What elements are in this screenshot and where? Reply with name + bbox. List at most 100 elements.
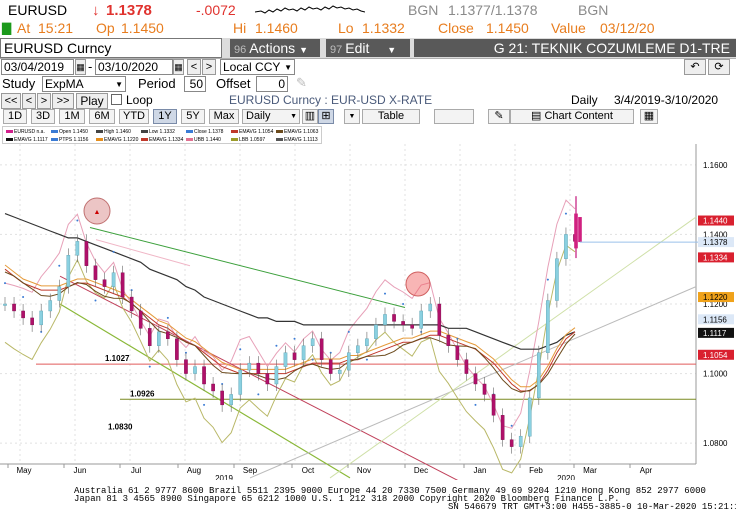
tab-5y[interactable]: 5Y	[181, 109, 205, 124]
candle-body	[102, 279, 107, 287]
tab-1d[interactable]: 1D	[3, 109, 27, 124]
candle-body	[93, 265, 98, 280]
price-tag-label: 1.1117	[703, 329, 727, 338]
annotation-icon[interactable]: ✎	[488, 109, 510, 124]
dropdown-arrow-icon[interactable]: ▼	[344, 109, 360, 124]
blank-tab[interactable]	[434, 109, 474, 124]
tab-max[interactable]: Max	[209, 109, 239, 124]
candle-body	[464, 359, 469, 374]
tab-6m[interactable]: 6M	[89, 109, 115, 124]
calendar-icon[interactable]: ▦	[75, 59, 86, 75]
prev-period-button[interactable]: <	[187, 59, 201, 75]
candle-body	[337, 369, 342, 374]
security-field[interactable]: EURUSD Curncy	[0, 38, 222, 58]
candle-body	[292, 352, 297, 360]
price-tag-label: 1.1054	[703, 351, 728, 360]
undo-icon[interactable]: ↶	[684, 59, 706, 75]
y-tick-label: 1.1600	[703, 161, 728, 170]
candle-body	[574, 213, 578, 249]
study-value: ExpMA	[45, 77, 84, 91]
first-button[interactable]: <<	[1, 93, 21, 109]
date-range-label: 3/4/2019-3/10/2020	[614, 93, 719, 107]
candle-body	[500, 415, 505, 440]
legend-text: LBB 1.0597	[239, 137, 266, 143]
offset-field[interactable]: 0	[256, 76, 288, 92]
edit-menu[interactable]: 97 Edit ▼	[326, 39, 410, 57]
x-tick-label: Apr	[640, 466, 653, 475]
legend-item: High 1.1460	[96, 129, 131, 135]
tab-ytd[interactable]: YTD	[119, 109, 149, 124]
x-tick-label: Sep	[243, 466, 258, 475]
range-separator: -	[88, 59, 93, 74]
chart-content-icon: ▤	[531, 110, 542, 122]
step-forward-button[interactable]: >	[37, 93, 51, 109]
psar-dot	[166, 316, 169, 319]
actions-menu[interactable]: 96 Actions ▼	[230, 39, 320, 57]
candle-body	[564, 234, 568, 259]
candle-body	[175, 338, 179, 360]
legend-swatch	[141, 138, 148, 142]
legend-text: Open 1.1450	[59, 129, 88, 135]
refresh-icon[interactable]: ⟳	[708, 59, 730, 75]
candle-body	[518, 435, 523, 447]
legend-item: Low 1.1332	[141, 129, 175, 135]
legend-item: EMAVG 1.1113	[276, 137, 318, 143]
psar-dot	[239, 348, 242, 351]
price-tag-label: 1.1440	[703, 217, 728, 226]
start-date-field[interactable]: 03/04/2019	[1, 59, 74, 75]
currency-value: Local CCY	[223, 60, 281, 74]
legend-swatch	[6, 130, 13, 134]
bid-source: BGN	[408, 2, 439, 18]
study-label: Study	[2, 76, 36, 91]
period-field[interactable]: 50	[184, 76, 206, 92]
end-date-field[interactable]: 03/10/2020	[95, 59, 173, 75]
legend-item: UBB 1.1440	[186, 137, 221, 143]
frequency-select[interactable]: Daily ▼	[242, 109, 300, 124]
tab-3d[interactable]: 3D	[31, 109, 55, 124]
pencil-icon[interactable]: ✎	[296, 75, 307, 91]
candle-body	[509, 439, 514, 447]
psar-dot	[564, 212, 567, 215]
ticker-symbol[interactable]: EURUSD	[8, 2, 67, 18]
next-period-button[interactable]: >	[202, 59, 216, 75]
legend-item: PTPS 1.1156	[51, 137, 88, 143]
tab-1m[interactable]: 1M	[59, 109, 85, 124]
level-annotation: 1.1027	[105, 354, 130, 363]
chart-content-button[interactable]: ▤ Chart Content	[510, 109, 634, 124]
candle-body	[129, 296, 134, 312]
candle-body	[57, 286, 62, 301]
grid-icon[interactable]: ⊞	[318, 109, 334, 124]
low-value: 1.1332	[362, 20, 405, 36]
chart-type-icon[interactable]: ▥	[302, 109, 318, 124]
last-button[interactable]: >>	[52, 93, 74, 109]
legend-swatch	[186, 138, 193, 142]
highlight-circle	[405, 271, 431, 297]
candle-body	[48, 300, 53, 312]
tab-1y[interactable]: 1Y	[153, 109, 177, 124]
candle-body	[537, 352, 541, 399]
legend-swatch	[96, 138, 103, 142]
legend-text: UBB 1.1440	[194, 137, 221, 143]
psar-dot	[402, 303, 405, 305]
candle-body	[319, 338, 324, 360]
price-chart[interactable]: ▲1.10271.09261.08301.16001.14001.12001.1…	[0, 144, 736, 480]
chart-legend: EURUSD n.a. Open 1.1450 High 1.1460 Low 1.1…	[2, 126, 322, 144]
candle-body	[392, 314, 396, 322]
legend-swatch	[96, 130, 103, 134]
table-button[interactable]: Table	[362, 109, 420, 124]
study-select[interactable]: ExpMA ▼	[42, 76, 126, 92]
x-tick-label: Jul	[131, 466, 141, 475]
candle-body	[202, 366, 206, 385]
page-title: G 21: TEKNIK COZUMLEME D1-TRE	[493, 40, 730, 56]
play-button[interactable]: Play	[76, 93, 108, 109]
loop-checkbox[interactable]	[111, 94, 122, 105]
low-label: Lo	[338, 20, 354, 36]
step-back-button[interactable]: <	[22, 93, 36, 109]
calendar-icon[interactable]: ▦	[173, 59, 184, 75]
candle-body	[527, 397, 532, 437]
settings-icon[interactable]: ▦	[640, 109, 658, 124]
legend-item: EMAVG 1.1117	[6, 137, 48, 143]
annotation-arrow: ▲	[94, 209, 101, 216]
currency-select[interactable]: Local CCY ▼	[220, 59, 295, 75]
y-tick-label: 1.0800	[703, 439, 728, 448]
